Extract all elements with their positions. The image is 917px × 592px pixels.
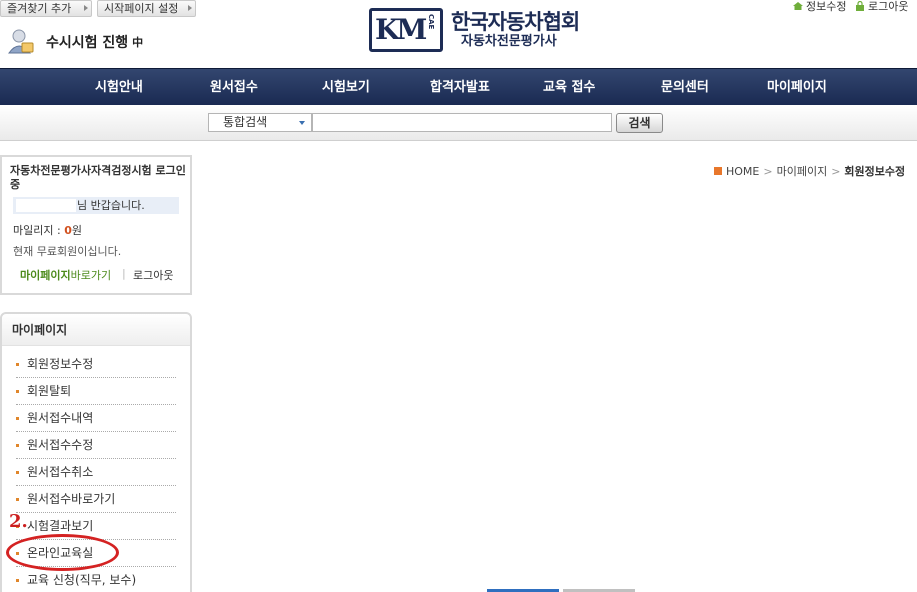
mypage-shortcut-rest: 바로가기 — [70, 269, 112, 282]
menu-item-label: 원서접수내역 — [27, 411, 94, 425]
nav-item-education[interactable]: 교육 접수 — [543, 69, 595, 106]
nav-item-results[interactable]: 합격자발표 — [430, 69, 490, 106]
menu-item-label: 원서접수취소 — [27, 465, 94, 479]
breadcrumb-mypage[interactable]: 마이페이지 — [777, 165, 828, 178]
menu-item-education-apply[interactable]: 교육 신청(직무, 보수) — [16, 567, 176, 592]
search-button[interactable]: 검색 — [616, 113, 663, 133]
menu-item-label: 시험결과보기 — [27, 519, 94, 533]
mileage-value: 0 — [64, 224, 72, 237]
menu-item-edit-info[interactable]: 회원정보수정 — [16, 351, 176, 378]
bullet-icon — [16, 390, 19, 393]
logout-link-top[interactable]: 로그아웃 — [854, 0, 908, 14]
nav-item-application[interactable]: 원서접수 — [210, 69, 258, 106]
bullet-icon — [16, 363, 19, 366]
nav-item-support[interactable]: 문의센터 — [661, 69, 709, 106]
chevron-right-icon — [188, 5, 192, 11]
annotation-step-number: 2. — [9, 511, 28, 532]
add-favorite-button[interactable]: 즐겨찾기 추가 — [0, 0, 92, 17]
search-bar: 통합검색 검색 — [0, 105, 917, 141]
menu-item-application-edit[interactable]: 원서접수수정 — [16, 432, 176, 459]
add-favorite-label: 즐겨찾기 추가 — [7, 2, 72, 15]
site-logo[interactable]: KM CAE 한국자동차협회 자동차전문평가사 — [369, 8, 580, 52]
bullet-icon — [16, 417, 19, 420]
home-icon — [714, 167, 722, 175]
bullet-icon — [16, 444, 19, 447]
menu-item-label: 회원탈퇴 — [27, 384, 72, 398]
mypage-shortcut-link[interactable]: 마이페이지바로가기 — [20, 267, 111, 283]
mypage-shortcut-strong: 마이페이지 — [20, 269, 71, 282]
logo-mark-sub: CAE — [427, 14, 435, 30]
chevron-down-icon — [299, 121, 305, 125]
user-name-redacted — [16, 199, 76, 212]
menu-item-label: 원서접수수정 — [27, 438, 94, 452]
logo-subtitle: 자동차전문평가사 — [461, 34, 557, 49]
info-edit-link[interactable]: 정보수정 — [792, 0, 846, 14]
set-start-page-label: 시작페이지 설정 — [104, 2, 179, 15]
logout-link[interactable]: 로그아웃 — [133, 267, 173, 283]
logo-title: 한국자동차협회 — [451, 10, 580, 34]
menu-item-label: 교육 신청(직무, 보수) — [27, 573, 137, 587]
exam-status: 수시시험 진행 中 — [6, 26, 143, 58]
welcome-text: 님 반갑습니다. — [77, 199, 145, 212]
exam-status-icon — [6, 27, 36, 57]
mypage-menu-title: 마이페이지 — [2, 314, 190, 346]
km-logo-icon: KM CAE — [369, 8, 443, 52]
mileage-label: 마일리지 : — [13, 224, 65, 237]
breadcrumb-current: 회원정보수정 — [844, 165, 906, 178]
chevron-right-icon — [84, 5, 88, 11]
login-status-box: 자동차전문평가사자격검정시험 로그인중 님 반갑습니다. 마일리지 : 0원 현… — [0, 155, 192, 295]
logo-mark-text: KM — [375, 13, 427, 46]
mileage-row: 마일리지 : 0원 — [13, 222, 82, 238]
house-icon — [792, 1, 804, 11]
welcome-bar: 님 반갑습니다. — [13, 197, 179, 214]
nav-item-mypage[interactable]: 마이페이지 — [767, 69, 827, 106]
menu-item-withdraw[interactable]: 회원탈퇴 — [16, 378, 176, 405]
menu-item-application-cancel[interactable]: 원서접수취소 — [16, 459, 176, 486]
menu-item-label: 회원정보수정 — [27, 357, 94, 371]
info-edit-label: 정보수정 — [806, 0, 847, 13]
link-separator: | — [122, 267, 126, 280]
bullet-icon — [16, 498, 19, 501]
set-start-page-button[interactable]: 시작페이지 설정 — [97, 0, 196, 17]
menu-item-application-shortcut[interactable]: 원서접수바로가기 — [16, 486, 176, 513]
breadcrumb-home[interactable]: HOME — [726, 165, 759, 178]
main-nav: 시험안내 원서접수 시험보기 합격자발표 교육 접수 문의센터 마이페이지 — [0, 68, 917, 105]
search-category-select[interactable]: 통합검색 — [208, 113, 312, 132]
lock-icon — [854, 0, 866, 11]
exam-status-text: 수시시험 진행 — [46, 35, 129, 51]
bullet-icon — [16, 471, 19, 474]
search-category-value: 통합검색 — [223, 115, 268, 129]
logo-text: 한국자동차협회 자동차전문평가사 — [451, 10, 580, 50]
breadcrumb-separator: > — [831, 165, 841, 178]
menu-item-label: 원서접수바로가기 — [27, 492, 116, 506]
nav-item-take-exam[interactable]: 시험보기 — [322, 69, 370, 106]
nav-item-exam-info[interactable]: 시험안내 — [95, 69, 143, 106]
search-input[interactable] — [312, 113, 612, 132]
login-title: 자동차전문평가사자격검정시험 로그인중 — [10, 164, 186, 191]
logout-label-top: 로그아웃 — [868, 0, 909, 13]
bullet-icon — [16, 579, 19, 582]
mileage-unit: 원 — [71, 224, 82, 237]
exam-status-suffix: 中 — [132, 36, 144, 49]
breadcrumb-separator: > — [763, 165, 773, 178]
menu-item-application-history[interactable]: 원서접수내역 — [16, 405, 176, 432]
annotation-highlight-ellipse — [6, 534, 119, 571]
breadcrumb: HOME > 마이페이지 > 회원정보수정 — [714, 163, 905, 179]
member-type: 현재 무료회원이십니다. — [13, 245, 122, 258]
